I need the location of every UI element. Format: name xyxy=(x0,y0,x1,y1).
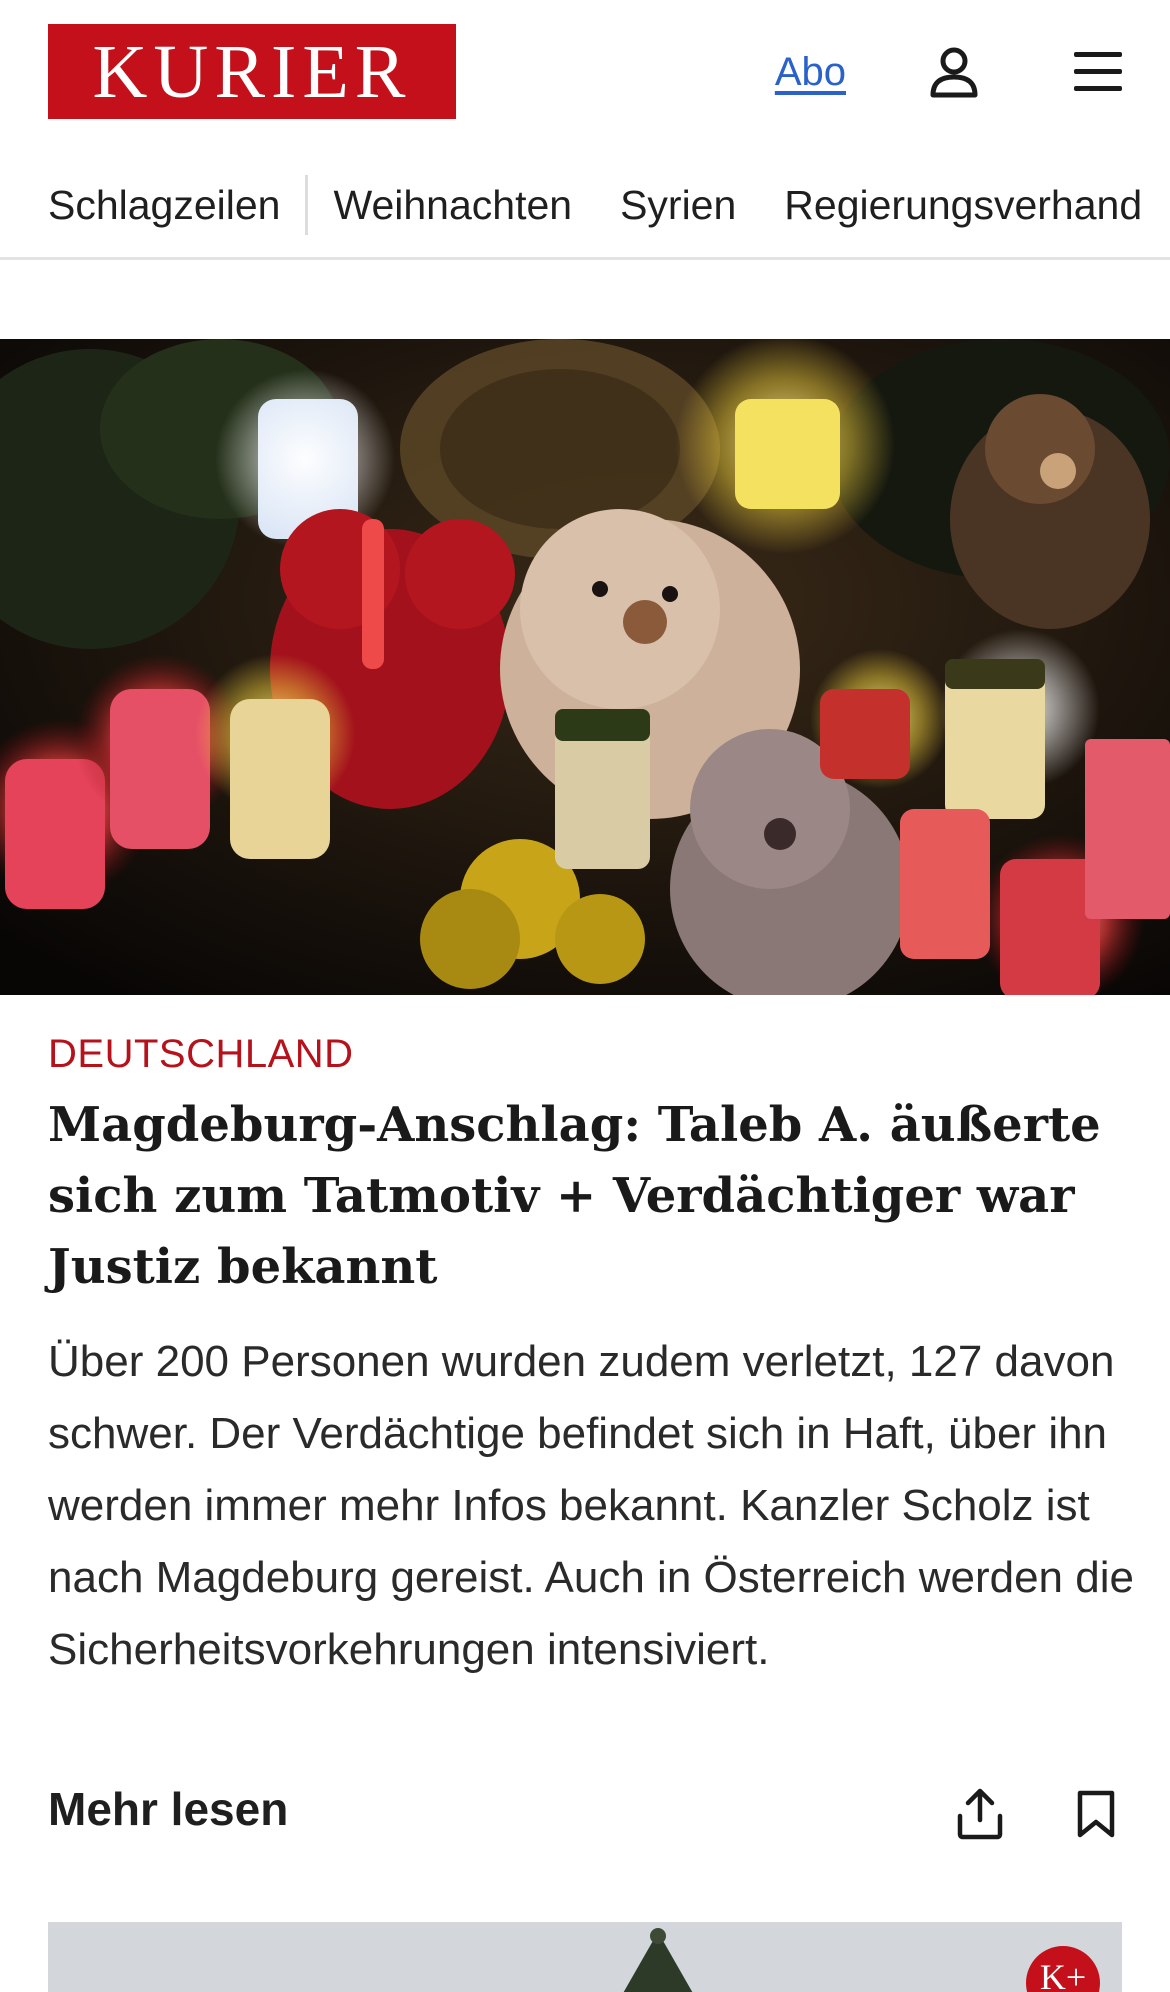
share-icon xyxy=(957,1788,1003,1840)
article-headline[interactable]: Magdeburg-Anschlag: Taleb A. äußerte sic… xyxy=(48,1090,1122,1303)
abo-link[interactable]: Abo xyxy=(775,50,846,95)
nav-item-schlagzeilen[interactable]: Schlagzeilen xyxy=(48,174,305,236)
account-button[interactable] xyxy=(926,44,982,100)
hamburger-menu-icon xyxy=(1074,52,1122,91)
bookmark-icon xyxy=(1077,1790,1115,1838)
nav-divider xyxy=(304,175,308,235)
share-button[interactable] xyxy=(950,1784,1010,1844)
read-more-link[interactable]: Mehr lesen xyxy=(48,1782,288,1836)
article-hero-image[interactable] xyxy=(0,339,1170,995)
menu-button[interactable] xyxy=(1070,44,1126,100)
nav-item-regierungsverhandlungen[interactable]: Regierungsverhand xyxy=(760,174,1166,236)
page: KURIER Abo Schlagzeilen Weihnachten Syri… xyxy=(0,0,1170,1992)
article-category[interactable]: DEUTSCHLAND xyxy=(48,1032,354,1077)
next-article-card[interactable] xyxy=(48,1922,1122,1992)
bookmark-button[interactable] xyxy=(1066,1784,1126,1844)
section-nav: Schlagzeilen Weihnachten Syrien Regierun… xyxy=(0,160,1170,260)
user-icon xyxy=(930,47,978,98)
memorial-photo xyxy=(0,339,1170,995)
section-nav-list: Schlagzeilen Weihnachten Syrien Regierun… xyxy=(48,174,1166,236)
site-header: KURIER Abo xyxy=(0,0,1170,145)
next-article-image xyxy=(48,1922,1122,1992)
nav-item-syrien[interactable]: Syrien xyxy=(596,174,760,236)
article-teaser: Über 200 Personen wurden zudem verletzt,… xyxy=(48,1337,1134,1674)
kurier-logo[interactable]: KURIER xyxy=(48,24,456,119)
nav-item-weihnachten[interactable]: Weihnachten xyxy=(310,174,597,236)
